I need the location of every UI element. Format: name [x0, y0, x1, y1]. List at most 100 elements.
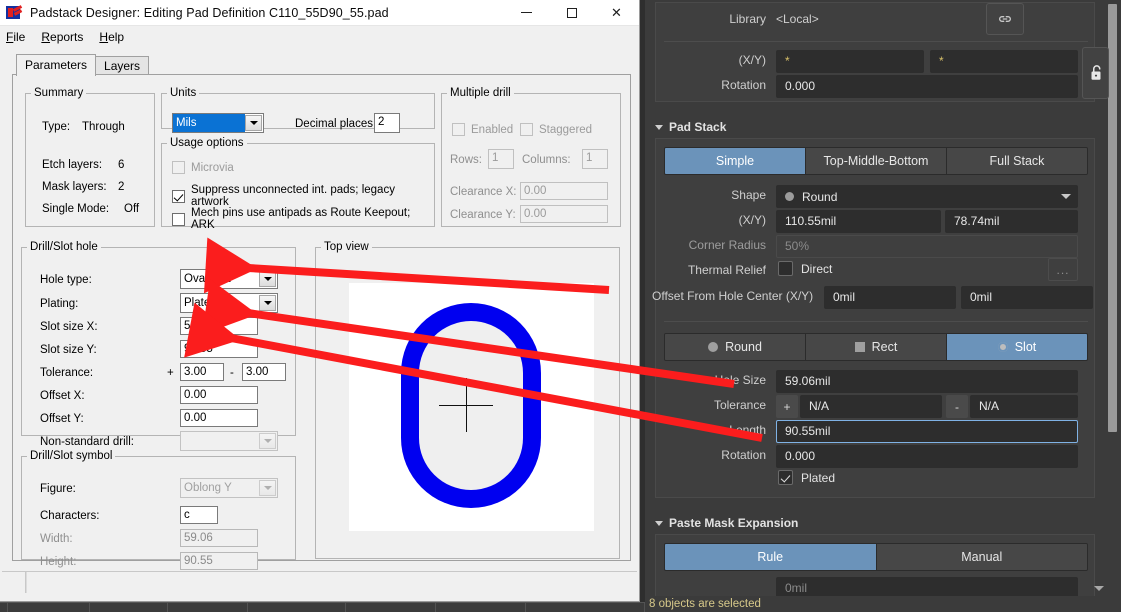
paste-mask-mode-rule[interactable]: Rule [665, 544, 877, 570]
tolerance-minus-input[interactable]: 3.00 [242, 363, 286, 381]
tab-parameters[interactable]: Parameters [16, 54, 97, 76]
padstack-mode-segmented: Simple Top-Middle-Bottom Full Stack [664, 147, 1088, 175]
close-button[interactable]: ✕ [594, 0, 639, 26]
panel-scrollbar-thumb[interactable] [1108, 4, 1117, 432]
plated-checkbox[interactable]: Plated [778, 470, 835, 485]
location-x-input[interactable]: * [776, 50, 924, 73]
plating-combo[interactable]: Plated [180, 293, 278, 313]
checkbox-box [452, 123, 465, 136]
taskbar-slot[interactable] [168, 603, 248, 612]
drill-slot-symbol-legend: Drill/Slot symbol [30, 450, 113, 462]
chevron-down-icon[interactable] [1061, 194, 1071, 199]
pad-size-x-input[interactable]: 110.55mil [776, 210, 941, 233]
padstack-mode-tmb[interactable]: Top-Middle-Bottom [806, 148, 947, 174]
title-bar: Padstack Designer: Editing Pad Definitio… [0, 0, 639, 26]
hole-rotation-label: Rotation [721, 448, 766, 462]
tab-layers[interactable]: Layers [95, 56, 150, 76]
symbol-height-input: 90.55 [180, 552, 258, 570]
hole-tolerance-plus-input[interactable]: N/A [800, 395, 942, 418]
symbol-height-label: Height: [40, 556, 77, 568]
tolerance-plus-input[interactable]: 3.00 [180, 363, 224, 381]
status-cell-left [2, 572, 26, 593]
hole-type-combo[interactable]: Oval Slot [180, 269, 278, 289]
library-label: Library [729, 12, 766, 26]
hole-shape-round[interactable]: Round [665, 334, 806, 360]
mech-pins-antipads-checkbox[interactable]: Mech pins use antipads as Route Keepout;… [172, 207, 434, 231]
location-y-input[interactable]: * [930, 50, 1078, 73]
tolerance-minus-sign: - [946, 395, 968, 418]
maximize-button[interactable] [549, 0, 594, 26]
multiple-drill-staggered-checkbox: Staggered [520, 123, 592, 136]
menu-help[interactable]: Help [99, 30, 124, 44]
chevron-down-icon[interactable] [259, 295, 276, 311]
circle-icon [708, 342, 719, 352]
hole-tolerance-minus-input[interactable]: N/A [970, 395, 1078, 418]
taskbar-slot[interactable] [346, 603, 436, 612]
symbol-width-input: 59.06 [180, 529, 258, 547]
columns-input: 1 [582, 149, 608, 169]
menu-file[interactable]: File [6, 30, 25, 44]
characters-input[interactable]: c [180, 506, 218, 524]
shape-combo[interactable]: Round [776, 185, 1078, 208]
paste-mask-section-header[interactable]: Paste Mask Expansion [655, 516, 798, 530]
summary-single-mode-label: Single Mode: [42, 203, 110, 215]
pad-stack-section-header[interactable]: Pad Stack [655, 120, 726, 134]
units-group: Units Mils Decimal places: 2 [161, 87, 435, 133]
thermal-relief-direct-label: Direct [801, 261, 833, 276]
hole-shape-rect[interactable]: Rect [806, 334, 947, 360]
chevron-down-icon[interactable] [245, 115, 262, 131]
taskbar-slot[interactable] [0, 603, 8, 612]
link-icon[interactable] [986, 3, 1024, 35]
taskbar-slot[interactable] [8, 603, 90, 612]
taskbar-slot[interactable] [248, 603, 346, 612]
decimal-places-input[interactable]: 2 [374, 113, 400, 133]
hole-rotation-input[interactable]: 0.000 [776, 445, 1078, 468]
status-strip [2, 571, 637, 593]
square-icon [854, 342, 865, 352]
offset-x-input[interactable]: 0.00 [180, 386, 258, 404]
offset-from-hole-x-input[interactable]: 0mil [824, 286, 956, 309]
divider [664, 41, 1088, 42]
hole-size-label: Hole Size [714, 373, 766, 387]
padstack-mode-full[interactable]: Full Stack [947, 148, 1087, 174]
minimize-button[interactable] [504, 0, 549, 26]
hole-size-input[interactable]: 59.06mil [776, 370, 1078, 393]
status-text: 8 objects are selected [649, 598, 761, 610]
slot-size-y-input[interactable]: 90.55 [180, 340, 258, 358]
padstack-designer-window: Padstack Designer: Editing Pad Definitio… [0, 0, 640, 602]
suppress-unconnected-label: Suppress unconnected int. pads; legacy a… [191, 184, 395, 208]
microvia-checkbox: Microvia [172, 161, 234, 174]
offset-from-hole-y-input[interactable]: 0mil [961, 286, 1093, 309]
hole-shape-slot[interactable]: Slot [947, 334, 1087, 360]
menu-reports[interactable]: Reports [41, 30, 83, 44]
pad-size-y-input[interactable]: 78.74mil [945, 210, 1078, 233]
unlock-icon[interactable] [1082, 47, 1109, 99]
top-view-canvas[interactable] [349, 283, 594, 531]
paste-mask-mode-manual[interactable]: Manual [876, 544, 1087, 570]
hole-shape-slot-label: Slot [1014, 340, 1037, 354]
taskbar-slot[interactable] [526, 603, 645, 612]
shape-value: Round [802, 189, 838, 204]
hole-length-input[interactable]: 90.55mil [776, 420, 1078, 443]
checkbox-box [778, 470, 793, 485]
chevron-down-icon[interactable] [1094, 586, 1104, 591]
slot-size-x-input[interactable]: 59.06 [180, 317, 258, 335]
units-combo[interactable]: Mils [172, 113, 264, 133]
rotation-input[interactable]: 0.000 [776, 75, 1078, 98]
usage-options-legend: Usage options [170, 137, 244, 149]
chevron-down-icon[interactable] [259, 271, 276, 287]
thermal-relief-more-button[interactable]: ... [1048, 258, 1078, 281]
suppress-unconnected-checkbox[interactable]: Suppress unconnected int. pads; legacy a… [172, 184, 434, 208]
columns-label: Columns: [522, 154, 571, 166]
taskbar-slot[interactable] [90, 603, 168, 612]
offset-y-input[interactable]: 0.00 [180, 409, 258, 427]
rows-label: Rows: [450, 154, 482, 166]
thermal-relief-direct-checkbox[interactable]: Direct [778, 261, 832, 276]
rows-input: 1 [488, 149, 514, 169]
padstack-mode-simple[interactable]: Simple [665, 148, 806, 174]
non-standard-drill-label: Non-standard drill: [40, 436, 134, 448]
plated-label: Plated [801, 470, 836, 485]
taskbar-slot[interactable] [436, 603, 526, 612]
pad-stack-header-label: Pad Stack [669, 120, 727, 134]
chevron-down-icon [655, 520, 663, 526]
